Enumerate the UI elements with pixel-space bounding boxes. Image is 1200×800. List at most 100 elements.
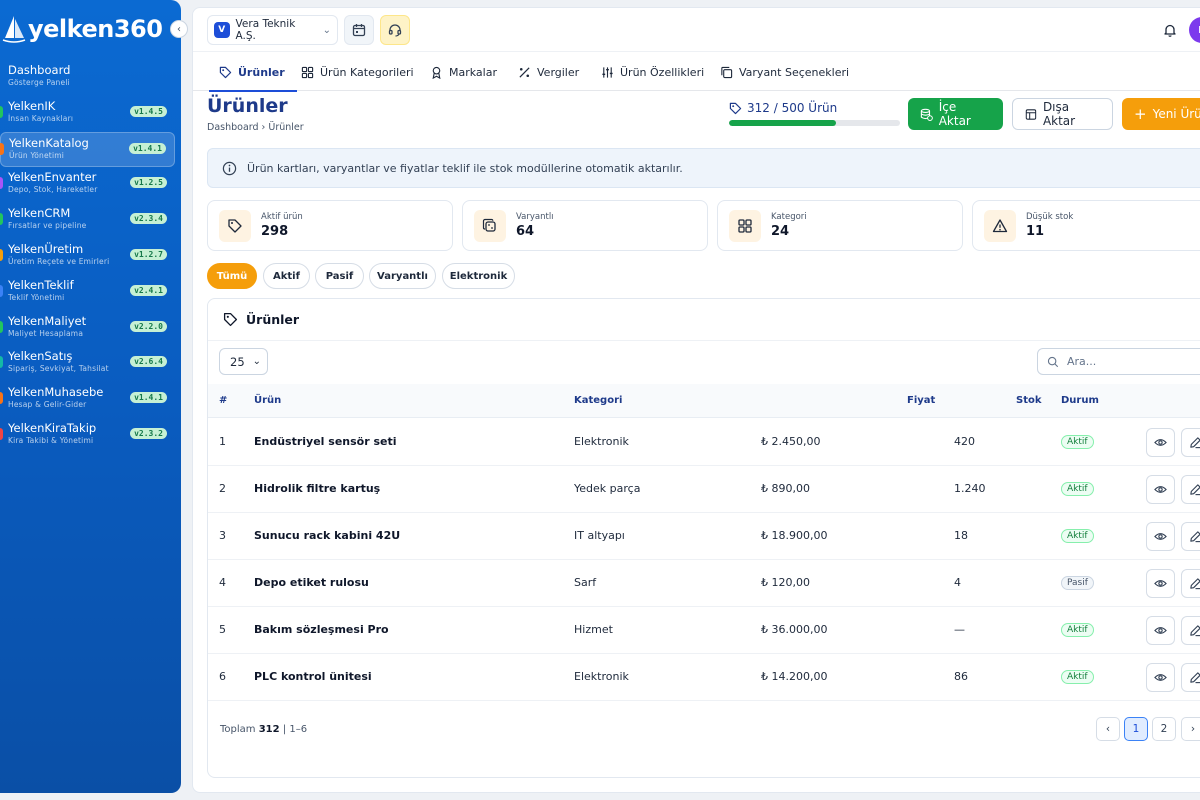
award-icon: [432, 66, 441, 79]
avatar[interactable]: D: [1189, 17, 1200, 43]
stat-label: Kategori: [771, 212, 807, 222]
sidebar-item-dashboard[interactable]: Dashboard Gösterge Paneli: [0, 60, 181, 96]
sidebar-item-yelkencrm[interactable]: YelkenCRM Fırsatlar ve pipeline v2.3.4: [0, 203, 181, 239]
status-badge: Aktif: [1061, 670, 1094, 684]
stat-icon-box: [219, 209, 251, 242]
chevron-down-icon: ⌄: [322, 24, 331, 36]
table-row: 6 PLC kontrol ünitesi Elektronik ₺ 14.200,0…: [208, 654, 1200, 701]
sidebar-item-yelkenteklif[interactable]: YelkenTeklif Teklif Yönetimi v2.4.1: [0, 275, 181, 311]
sidebar-item-yelkenmaliyet[interactable]: YelkenMaliyet Maliyet Hesaplama v2.2.0: [0, 311, 181, 347]
sidebar-item-yelkenkiratakip[interactable]: YelkenKiraTakip Kira Takibi & Yönetimi v2.…: [0, 418, 181, 454]
filter-chip-aktif[interactable]: Aktif: [263, 263, 310, 289]
new-product-button[interactable]: + Yeni Ürün: [1122, 98, 1200, 130]
new-product-label: Yeni Ürün: [1152, 107, 1200, 121]
cell-category: Elektronik: [574, 435, 629, 448]
tab-ürün-kategorileri[interactable]: Ürün Kategorileri: [301, 53, 414, 91]
import-button[interactable]: İçe Aktar: [908, 98, 1003, 130]
stat-label: Varyantlı: [516, 212, 554, 222]
tag-icon: [228, 218, 242, 233]
table-row: 2 Hidrolik filtre kartuş Yedek parça ₺ 890,…: [208, 466, 1200, 513]
view-button[interactable]: [1146, 522, 1175, 551]
edit-button[interactable]: [1181, 616, 1200, 645]
version-badge: v1.4.1: [130, 392, 167, 404]
notifications-button[interactable]: [1155, 15, 1185, 45]
edit-icon: [1190, 625, 1200, 637]
tab-vergiler[interactable]: Vergiler: [518, 53, 579, 91]
eye-icon: [1154, 439, 1167, 446]
export-button[interactable]: Dışa Aktar: [1012, 98, 1113, 130]
column-header: Fiyat: [907, 395, 936, 406]
company-selector[interactable]: V Vera Teknik A.Ş. ⌄: [207, 15, 338, 45]
cell-stock: 86: [954, 670, 968, 683]
version-badge: v2.3.4: [130, 213, 167, 225]
status-dot: [0, 213, 3, 226]
cell-no: 1: [219, 435, 226, 448]
filter-chip-varyantlı[interactable]: Varyantlı: [369, 263, 436, 289]
edit-button[interactable]: [1181, 428, 1200, 457]
sidebar-item-yelkenkatalog[interactable]: YelkenKatalog Ürün Yönetimi v1.4.1: [0, 131, 175, 168]
tab-ürünler[interactable]: Ürünler: [209, 53, 297, 92]
edit-button[interactable]: [1181, 475, 1200, 504]
info-icon: [222, 161, 237, 175]
search-input[interactable]: Ara...: [1037, 348, 1200, 375]
quota-progress-bar: [729, 120, 900, 126]
cell-category: IT altyapı: [574, 529, 625, 542]
edit-icon: [1190, 531, 1200, 543]
view-button[interactable]: [1146, 616, 1175, 645]
cell-stock: 420: [954, 435, 975, 448]
sail-icon: [2, 16, 26, 43]
info-banner: Ürün kartları, varyantlar ve fiyatlar te…: [207, 148, 1200, 188]
sidebar-item-yelkenenvanter[interactable]: YelkenEnvanter Depo, Stok, Hareketler v1.2…: [0, 167, 181, 203]
edit-button[interactable]: [1181, 569, 1200, 598]
sidebar-item-yelkenmuhasebe[interactable]: YelkenMuhasebe Hesap & Gelir-Gider v1.4.1: [0, 382, 181, 418]
stat-value: 11: [1026, 224, 1045, 239]
total-label: Toplam: [220, 724, 256, 735]
prev-page-button[interactable]: ‹: [1096, 717, 1120, 741]
sidebar-item-yelkenüretim[interactable]: YelkenÜretim Üretim Reçete ve Emirleri v1.…: [0, 239, 181, 275]
view-button[interactable]: [1146, 663, 1175, 692]
brand-logo[interactable]: yelken360: [2, 12, 163, 46]
page-button[interactable]: 1: [1124, 717, 1148, 741]
next-page-button[interactable]: ›: [1181, 717, 1200, 741]
status-dot: [0, 320, 3, 333]
filter-chip-pasif[interactable]: Pasif: [315, 263, 364, 289]
search-icon: [1047, 356, 1059, 367]
stat-label: Aktif ürün: [261, 212, 303, 222]
tab-markalar[interactable]: Markalar: [430, 53, 497, 91]
page-title: Ürünler: [207, 95, 288, 117]
view-button[interactable]: [1146, 569, 1175, 598]
edit-icon: [1190, 484, 1200, 496]
tab-ürün-özellikleri[interactable]: Ürün Özellikleri: [601, 53, 704, 91]
column-header: Stok: [1016, 395, 1042, 406]
cell-category: Elektronik: [574, 670, 629, 683]
cell-no: 3: [219, 529, 226, 542]
status-dot: [0, 392, 3, 405]
cell-no: 2: [219, 482, 226, 495]
view-button[interactable]: [1146, 428, 1175, 457]
page-size-select[interactable]: 25 ⌄: [219, 348, 268, 375]
tab-varyant-seçenekleri[interactable]: Varyant Seçenekleri: [720, 53, 849, 91]
status-badge: Aktif: [1061, 482, 1094, 496]
quota-text: 312 / 500 Ürün: [747, 101, 838, 115]
plus-icon: +: [1134, 104, 1147, 123]
column-header: Ürün: [254, 395, 282, 406]
edit-button[interactable]: [1181, 522, 1200, 551]
calendar-button[interactable]: [344, 15, 374, 45]
version-badge: v1.4.1: [129, 142, 166, 154]
status-badge: Aktif: [1061, 623, 1094, 637]
view-button[interactable]: [1146, 475, 1175, 504]
collapse-sidebar-button[interactable]: ‹: [170, 20, 188, 38]
support-button[interactable]: [380, 15, 410, 45]
status-dot: [0, 427, 3, 440]
sidebar-item-yelkenik[interactable]: YelkenIK İnsan Kaynakları v1.4.5: [0, 96, 181, 132]
table-row: 5 Bakım sözleşmesi Pro Hizmet ₺ 36.000,00 — A…: [208, 607, 1200, 654]
sidebar-item-title: Dashboard: [8, 63, 71, 77]
page-button[interactable]: 2: [1152, 717, 1176, 741]
filter-chip-elektronik[interactable]: Elektronik: [442, 263, 515, 289]
edit-button[interactable]: [1181, 663, 1200, 692]
sliders-icon: [602, 66, 613, 78]
sidebar-item-yelkensatış[interactable]: YelkenSatış Sipariş, Sevkiyat, Tahsilat v2…: [0, 346, 181, 382]
filter-chip-tümü[interactable]: Tümü: [207, 263, 257, 289]
eye-icon: [1154, 627, 1167, 634]
stat-card-aktif-ürün: Aktif ürün 298: [207, 200, 453, 251]
